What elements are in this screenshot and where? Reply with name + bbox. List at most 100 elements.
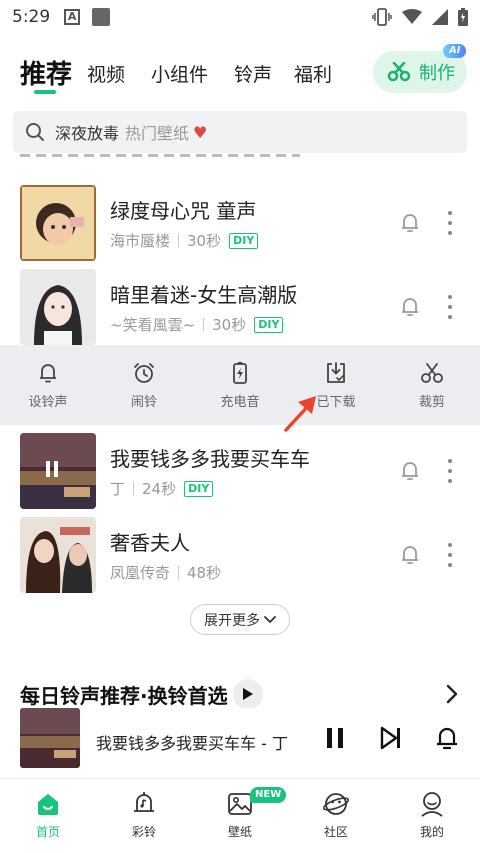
trim-button[interactable]: 裁剪 bbox=[384, 345, 480, 425]
tab-widgets[interactable]: 小组件 bbox=[151, 60, 208, 87]
set-ringtone-button[interactable]: 设铃声 bbox=[0, 345, 96, 425]
charging-sound-button[interactable]: 充电音 bbox=[192, 345, 288, 425]
scissors-icon bbox=[421, 363, 443, 383]
notification-a-icon: A bbox=[64, 9, 81, 25]
meta-divider bbox=[178, 234, 180, 247]
nav-label: 壁纸 bbox=[227, 825, 252, 839]
nav-wallpaper[interactable]: 壁纸 NEW bbox=[192, 779, 288, 853]
search-bar[interactable]: 深夜放毒 热门壁纸 ♥ bbox=[13, 111, 467, 153]
status-bar: 5:29 A bbox=[0, 0, 480, 34]
bell-icon[interactable] bbox=[398, 211, 422, 235]
song-row[interactable]: 我要钱多多我要买车车 丁 24秒 DIY bbox=[0, 433, 480, 517]
bell-icon[interactable] bbox=[398, 543, 422, 567]
next-track-icon[interactable] bbox=[378, 725, 404, 751]
nav-label: 我的 bbox=[419, 825, 444, 839]
bell-icon bbox=[40, 364, 56, 383]
action-label: 闹铃 bbox=[130, 395, 157, 410]
meta-divider bbox=[178, 566, 180, 579]
song-meta: ~笑看風雲~ 30秒 DIY bbox=[110, 314, 284, 335]
more-options-icon[interactable] bbox=[440, 541, 460, 569]
bell-icon[interactable] bbox=[398, 459, 422, 483]
tab-ringtones[interactable]: 铃声 bbox=[234, 60, 272, 87]
battery-charge-icon bbox=[233, 362, 247, 384]
player-cover bbox=[20, 708, 80, 768]
expand-more-label: 展开更多 bbox=[204, 612, 260, 629]
section-play-button[interactable] bbox=[233, 679, 263, 709]
top-tabs: 推荐 视频 小组件 铃声 福利 制作 AI bbox=[0, 42, 480, 102]
vibrate-icon bbox=[372, 8, 392, 26]
annotation-arrow-icon bbox=[284, 396, 316, 432]
action-label: 已下载 bbox=[316, 395, 356, 410]
song-action-bar: 设铃声 闹铃 充电音 已下载 裁剪 bbox=[0, 345, 480, 425]
heart-emoji: ♥ bbox=[193, 122, 208, 142]
expand-more-button[interactable]: 展开更多 bbox=[190, 604, 290, 635]
chevron-right-icon[interactable] bbox=[444, 683, 460, 705]
song-row[interactable]: 绿度母心咒 童声 海市蜃楼 30秒 DIY bbox=[0, 185, 480, 269]
song-duration: 30秒 bbox=[212, 316, 247, 334]
pause-icon[interactable] bbox=[322, 725, 348, 751]
alarm-button[interactable]: 闹铃 bbox=[96, 345, 192, 425]
mini-player[interactable]: 我要钱多多我要买车车 - 丁 bbox=[0, 708, 480, 770]
nav-home[interactable]: 首页 bbox=[0, 779, 96, 853]
search-icon bbox=[26, 123, 44, 141]
more-options-icon[interactable] bbox=[440, 457, 460, 485]
nav-community[interactable]: 社区 bbox=[288, 779, 384, 853]
diy-badge: DIY bbox=[184, 480, 214, 497]
nav-color-ring[interactable]: 彩铃 bbox=[96, 779, 192, 853]
song-cover bbox=[20, 185, 96, 261]
song-title: 暗里着迷-女生高潮版 bbox=[110, 283, 298, 307]
song-artist: 海市蜃楼 bbox=[110, 232, 171, 250]
clipped-text-strip bbox=[20, 150, 300, 158]
song-duration: 30秒 bbox=[187, 232, 222, 250]
song-artist: ~笑看風雲~ bbox=[110, 316, 196, 334]
song-cover bbox=[20, 433, 96, 509]
more-options-icon[interactable] bbox=[440, 293, 460, 321]
notification-square-icon bbox=[92, 8, 111, 26]
song-title: 我要钱多多我要买车车 bbox=[110, 447, 310, 471]
song-cover bbox=[20, 269, 96, 345]
song-meta: 凤凰传奇 48秒 bbox=[110, 562, 221, 583]
song-meta: 丁 24秒 DIY bbox=[110, 478, 214, 499]
song-cover bbox=[20, 517, 96, 593]
bottom-nav: 首页 彩铃 壁纸 NEW 社区 我的 bbox=[0, 778, 480, 853]
meta-divider bbox=[203, 318, 205, 331]
alarm-clock-icon bbox=[134, 363, 154, 383]
song-row[interactable]: 暗里着迷-女生高潮版 ~笑看風雲~ 30秒 DIY bbox=[0, 269, 480, 353]
bell-icon[interactable] bbox=[398, 295, 422, 319]
search-hint: 热门壁纸 bbox=[125, 124, 190, 143]
song-row[interactable]: 奢香夫人 凤凰传奇 48秒 bbox=[0, 517, 480, 601]
diy-badge: DIY bbox=[229, 232, 259, 249]
action-label: 裁剪 bbox=[418, 395, 445, 410]
color-ring-icon bbox=[134, 792, 154, 812]
make-button-label: 制作 bbox=[419, 63, 455, 84]
song-artist: 凤凰传奇 bbox=[110, 564, 171, 582]
song-meta: 海市蜃楼 30秒 DIY bbox=[110, 230, 259, 251]
song-duration: 24秒 bbox=[142, 480, 177, 498]
more-options-icon[interactable] bbox=[440, 209, 460, 237]
tab-video[interactable]: 视频 bbox=[87, 60, 125, 87]
nav-label: 社区 bbox=[323, 825, 348, 839]
chevron-down-icon bbox=[264, 615, 276, 623]
tab-recommend[interactable]: 推荐 bbox=[20, 54, 72, 91]
battery-icon bbox=[458, 8, 468, 26]
meta-divider bbox=[133, 482, 135, 495]
signal-icon bbox=[432, 9, 448, 25]
section-title[interactable]: 每日铃声推荐·换铃首选 bbox=[20, 680, 228, 709]
scissors-icon bbox=[387, 62, 411, 82]
nav-label: 首页 bbox=[35, 825, 60, 839]
ai-badge: AI bbox=[443, 44, 467, 58]
community-icon bbox=[322, 793, 350, 815]
action-label: 设铃声 bbox=[28, 395, 68, 410]
status-time: 5:29 bbox=[12, 7, 51, 27]
song-title: 奢香夫人 bbox=[110, 531, 190, 555]
search-query: 深夜放毒 bbox=[55, 124, 120, 143]
song-title: 绿度母心咒 童声 bbox=[110, 199, 257, 223]
tab-welfare[interactable]: 福利 bbox=[294, 60, 332, 87]
active-tab-indicator bbox=[34, 90, 56, 94]
bell-icon[interactable] bbox=[434, 725, 460, 751]
play-icon bbox=[243, 688, 253, 700]
downloaded-icon bbox=[327, 362, 345, 383]
nav-profile[interactable]: 我的 bbox=[384, 779, 480, 853]
new-badge: NEW bbox=[250, 787, 287, 803]
diy-badge: DIY bbox=[254, 316, 284, 333]
